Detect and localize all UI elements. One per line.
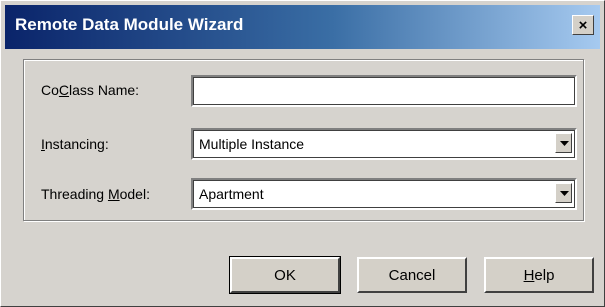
help-button-label: Help (523, 266, 555, 284)
threading-model-value: Apartment (199, 186, 264, 202)
chevron-down-icon (560, 191, 569, 196)
ok-button[interactable]: OK (229, 256, 341, 294)
cancel-button-label: Cancel (388, 266, 436, 284)
instancing-dropdown-button[interactable] (555, 133, 572, 153)
coclass-name-label: CoClass Name: (41, 82, 140, 98)
coclass-name-input[interactable] (191, 75, 577, 107)
help-button[interactable]: Help (484, 257, 594, 293)
threading-model-label: Threading Model: (41, 186, 150, 202)
ok-button-label: OK (274, 266, 296, 284)
threading-model-dropdown-button[interactable] (555, 183, 572, 203)
close-button[interactable]: × (572, 15, 594, 35)
chevron-down-icon (560, 141, 569, 146)
dialog-window: Remote Data Module Wizard × CoClass Name… (0, 0, 605, 307)
title-bar[interactable]: Remote Data Module Wizard × (5, 5, 600, 49)
instancing-label: Instancing: (41, 136, 109, 152)
instancing-select[interactable]: Multiple Instance (191, 128, 577, 160)
window-title: Remote Data Module Wizard (15, 15, 244, 34)
cancel-button[interactable]: Cancel (357, 257, 467, 293)
instancing-value: Multiple Instance (199, 136, 305, 152)
threading-model-select[interactable]: Apartment (191, 178, 577, 210)
close-icon: × (578, 16, 588, 34)
